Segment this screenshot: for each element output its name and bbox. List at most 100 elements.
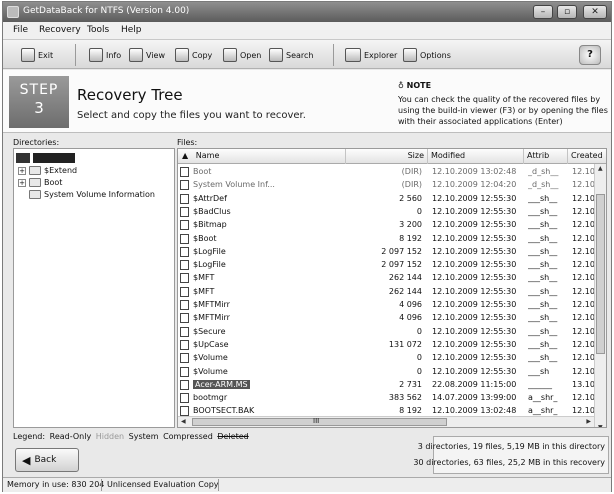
table-row[interactable]: $Volume012.10.2009 12:55:30___sh12.10.20…	[178, 365, 606, 378]
table-row[interactable]: System Volume Inf... (DIR) 12.10.2009 12:0…	[178, 178, 606, 191]
table-row[interactable]: $UpCase 131 072 12.10.2009 12:55:30 ___sh__…	[178, 338, 606, 351]
menu-file[interactable]: File	[13, 25, 28, 35]
back-button[interactable]: ◀ Back	[15, 448, 79, 472]
cell-modified: 12.10.2009 12:55:30	[432, 193, 517, 203]
menu-help[interactable]: Help	[121, 25, 142, 35]
drive-icon	[16, 152, 30, 163]
file-list[interactable]: ▲ Name Size Modified Attrib Created Boot…	[177, 148, 607, 428]
close-button[interactable]: ✕	[583, 5, 607, 19]
folder-icon	[180, 167, 189, 177]
legend-read-only: Read-Only	[49, 432, 92, 441]
scroll-up-icon[interactable]: ▲	[598, 165, 603, 172]
scroll-right-icon[interactable]: ▶	[586, 418, 591, 425]
column-header-attrib[interactable]: Attrib	[524, 149, 568, 164]
table-row[interactable]: $Boot 8 192 12.10.2009 12:55:30 ___sh__ 12.1…	[178, 232, 606, 245]
file-icon	[180, 379, 189, 390]
table-row[interactable]: bootmgr 383 562 14.07.2009 13:99:00 a__shr_…	[178, 391, 606, 404]
table-row[interactable]: $LogFile 2 097 152 12.10.2009 12:55:30 ___s…	[178, 245, 606, 258]
file-icon	[180, 286, 189, 297]
tree-item-system-volume-information[interactable]: System Volume Information	[29, 189, 155, 200]
table-row[interactable]: $Volume012.10.2009 12:55:30___sh__12.10.…	[178, 351, 606, 364]
file-icon	[180, 339, 189, 350]
column-header-size[interactable]: Size	[346, 149, 428, 164]
cell-name: $UpCase	[178, 338, 346, 351]
step-title: Recovery Tree	[77, 86, 183, 104]
cell-modified: 12.10.2009 12:55:30	[432, 220, 517, 230]
table-row[interactable]: Boot (DIR) 12.10.2009 13:02:48 _d_sh__ 12.10…	[178, 165, 606, 178]
root-selection	[33, 152, 75, 163]
copy-button[interactable]: Copy	[175, 45, 212, 65]
horizontal-scrollbar[interactable]: ◀ III ▶	[178, 416, 594, 427]
cell-modified: 12.10.2009 12:04:20	[432, 180, 517, 190]
app-window: GetDataBack for NTFS (Version 4.00) – ▫ …	[2, 1, 612, 492]
cell-name: System Volume Inf...	[178, 178, 346, 191]
cell-modified: 12.10.2009 12:55:30	[432, 300, 517, 309]
cell-attrib: ___sh__	[528, 193, 558, 203]
cell-size: 0	[416, 366, 422, 376]
view-button[interactable]: View	[129, 45, 165, 65]
maximize-button[interactable]: ▫	[557, 5, 577, 19]
folder-icon	[29, 166, 41, 175]
cell-modified: 12.10.2009 12:55:30	[432, 246, 517, 256]
table-row[interactable]: $MFT 262 144 12.10.2009 12:55:30 ___sh__ 12.…	[178, 285, 606, 298]
scroll-down-icon[interactable]: ▼	[598, 424, 603, 427]
table-row[interactable]: $AttrDef 2 560 12.10.2009 12:55:30 ___sh__ 1…	[178, 192, 606, 205]
table-row[interactable]: $BadClus 0 12.10.2009 12:55:30 ___sh__ 12.10…	[178, 205, 606, 218]
cell-attrib: _d_sh__	[528, 167, 559, 176]
file-list-header: ▲ Name Size Modified Attrib Created	[178, 149, 606, 164]
table-row[interactable]: $LogFile 2 097 152 12.10.2009 12:55:30 ___s…	[178, 258, 606, 271]
folder-icon	[180, 180, 189, 191]
cell-attrib: a__shr_	[528, 393, 558, 403]
column-header-name[interactable]: ▲ Name	[178, 149, 346, 164]
options-button[interactable]: Options	[403, 45, 451, 65]
table-row[interactable]: $MFTMirr 4 096 12.10.2009 12:55:30 ___sh__ 1…	[178, 298, 606, 311]
tree-item-extend[interactable]: + $Extend	[18, 165, 77, 176]
file-icon	[180, 406, 189, 417]
file-icon	[180, 353, 189, 364]
cell-name: $MFTMirr	[178, 298, 346, 311]
toolbar: Exit Info View Copy Open Search Explorer	[3, 39, 611, 69]
cell-modified: 12.10.2009 12:55:30	[432, 313, 517, 323]
info-button[interactable]: Info	[89, 45, 121, 65]
vertical-scroll-thumb[interactable]	[596, 194, 605, 354]
table-row[interactable]: Acer-ARM.MS 2 731 22.08.2009 11:15:00 _____…	[178, 378, 606, 391]
vertical-scrollbar[interactable]: ▲ ▼	[594, 164, 606, 427]
explorer-button[interactable]: Explorer	[345, 45, 397, 65]
help-button[interactable]: ?	[579, 45, 601, 65]
column-header-created[interactable]: Created	[568, 149, 606, 164]
cell-attrib: ___sh__	[528, 260, 558, 270]
cell-attrib: ___sh__	[528, 286, 558, 296]
summary-panel: 3 directories, 19 files, 5,19 MB in this…	[413, 436, 609, 474]
tree-item-boot[interactable]: + Boot	[18, 177, 62, 188]
horizontal-scroll-thumb[interactable]: III	[192, 417, 447, 426]
menu-recovery[interactable]: Recovery	[39, 25, 81, 35]
cell-modified: 12.10.2009 12:55:30	[432, 353, 517, 363]
cell-attrib: ___sh__	[528, 246, 558, 256]
toolbar-separator	[75, 44, 76, 66]
table-row[interactable]: $Secure012.10.2009 12:55:30___sh__12.10.…	[178, 325, 606, 338]
exit-icon	[21, 48, 35, 62]
exit-button[interactable]: Exit	[21, 45, 53, 65]
cell-size: 2 097 152	[381, 260, 422, 270]
open-button[interactable]: Open	[223, 45, 261, 65]
table-row[interactable]: $MFTMirr 4 096 12.10.2009 12:55:30 ___sh__ 1…	[178, 311, 606, 324]
directory-tree[interactable]: + $Extend + Boot System Volume Informati…	[13, 148, 175, 428]
file-icon	[180, 273, 189, 284]
scroll-left-icon[interactable]: ◀	[181, 418, 186, 425]
column-header-modified[interactable]: Modified	[428, 149, 524, 164]
expand-icon[interactable]: +	[18, 166, 26, 175]
cell-name: $MFTMirr	[178, 311, 346, 324]
tree-root[interactable]	[16, 152, 75, 163]
search-button[interactable]: Search	[269, 45, 313, 65]
menu-tools[interactable]: Tools	[87, 25, 109, 35]
table-row[interactable]: $MFT 262 144 12.10.2009 12:55:30 ___sh__ 12.…	[178, 271, 606, 284]
expand-icon[interactable]: +	[18, 178, 26, 187]
cell-modified: 12.10.2009 12:55:30	[432, 326, 517, 336]
cell-attrib: ___sh__	[528, 220, 558, 230]
app-icon	[7, 6, 19, 18]
minimize-button[interactable]: –	[533, 5, 553, 19]
lightbulb-icon: ♁	[398, 81, 407, 90]
cell-size: 2 097 152	[381, 246, 422, 256]
file-icon	[180, 326, 189, 337]
table-row[interactable]: $Bitmap 3 200 12.10.2009 12:55:30 ___sh__ 12…	[178, 218, 606, 231]
